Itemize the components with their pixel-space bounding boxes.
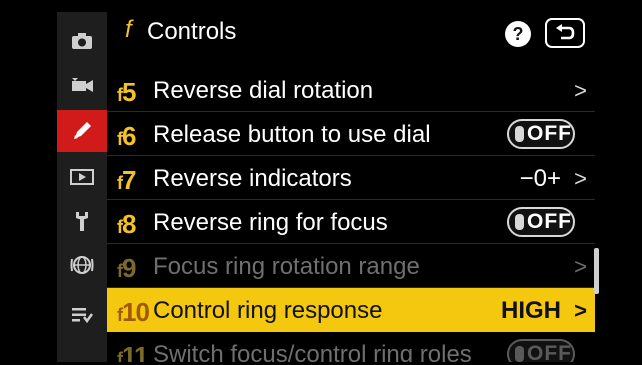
item-label: Release button to use dial (153, 121, 431, 148)
menu-letter: f (125, 16, 132, 43)
chevron-right-icon: > (574, 254, 587, 279)
item-code: f5 (117, 77, 137, 107)
item-label: Switch focus/control ring roles (153, 341, 472, 362)
menu-row-f10[interactable]: f10 Control ring response HIGH > (107, 288, 595, 332)
toggle-label: OFF (527, 122, 572, 145)
help-icon: ? (512, 23, 524, 44)
back-arrow-icon (556, 24, 575, 40)
my-menu-icon (72, 308, 93, 324)
toggle-label: OFF (527, 210, 572, 233)
help-button[interactable]: ? (505, 21, 531, 47)
sidebar-item-custom-settings[interactable] (57, 110, 107, 152)
item-value: HIGH (501, 297, 561, 324)
chevron-right-icon: > (574, 78, 587, 103)
item-code: f10 (117, 297, 150, 327)
item-label: Control ring response (153, 297, 383, 324)
item-code: f8 (117, 209, 137, 239)
menu-row-f11[interactable]: f11 Switch focus/control ring roles OFF (107, 332, 595, 362)
pencil-icon (74, 122, 91, 139)
sidebar-item-setup[interactable] (57, 200, 107, 242)
chevron-right-icon: > (574, 166, 587, 191)
item-label: Reverse dial rotation (153, 77, 374, 104)
sidebar-item-network[interactable] (57, 244, 107, 286)
item-value: −0+ (519, 165, 561, 192)
playback-icon (70, 169, 94, 185)
menu-list: f5 Reverse dial rotation > f6 Release bu… (107, 56, 595, 362)
sidebar-item-photo[interactable] (57, 20, 107, 62)
item-code: f7 (117, 165, 137, 195)
menu-row-f5[interactable]: f5 Reverse dial rotation > (107, 68, 595, 112)
item-label: Focus ring rotation range (153, 253, 420, 280)
menu-header: f Controls ? (107, 12, 595, 56)
item-label: Reverse indicators (153, 165, 352, 192)
item-label: Reverse ring for focus (153, 209, 388, 236)
camera-screen: f Controls ? f5 Reverse dial rotation > … (0, 0, 642, 365)
item-code: f9 (117, 253, 137, 283)
chevron-right-icon: > (574, 298, 587, 323)
toggle-label: OFF (527, 342, 572, 362)
sidebar-item-playback[interactable] (57, 156, 107, 198)
toggle-switch[interactable]: OFF (507, 339, 575, 362)
sidebar (57, 12, 107, 362)
toggle-knob (515, 346, 524, 362)
menu-row-f6[interactable]: f6 Release button to use dial OFF (107, 112, 595, 156)
movie-icon (72, 78, 93, 92)
toggle-switch[interactable]: OFF (507, 119, 575, 149)
back-button[interactable] (545, 18, 585, 48)
network-icon (70, 256, 94, 274)
camera-icon (72, 33, 92, 49)
menu-row-f9[interactable]: f9 Focus ring rotation range > (107, 244, 595, 288)
wrench-icon (76, 212, 88, 231)
menu-row-f7[interactable]: f7 Reverse indicators −0+ > (107, 156, 595, 200)
toggle-knob (515, 214, 524, 230)
toggle-switch[interactable]: OFF (507, 207, 575, 237)
item-code: f6 (117, 121, 137, 151)
page-title: Controls (147, 18, 237, 45)
scrollbar[interactable] (594, 248, 599, 294)
menu-row-f8[interactable]: f8 Reverse ring for focus OFF (107, 200, 595, 244)
sidebar-item-my-menu[interactable] (57, 294, 107, 336)
sidebar-item-movie[interactable] (57, 64, 107, 106)
toggle-knob (515, 126, 524, 142)
item-code: f11 (117, 341, 148, 362)
